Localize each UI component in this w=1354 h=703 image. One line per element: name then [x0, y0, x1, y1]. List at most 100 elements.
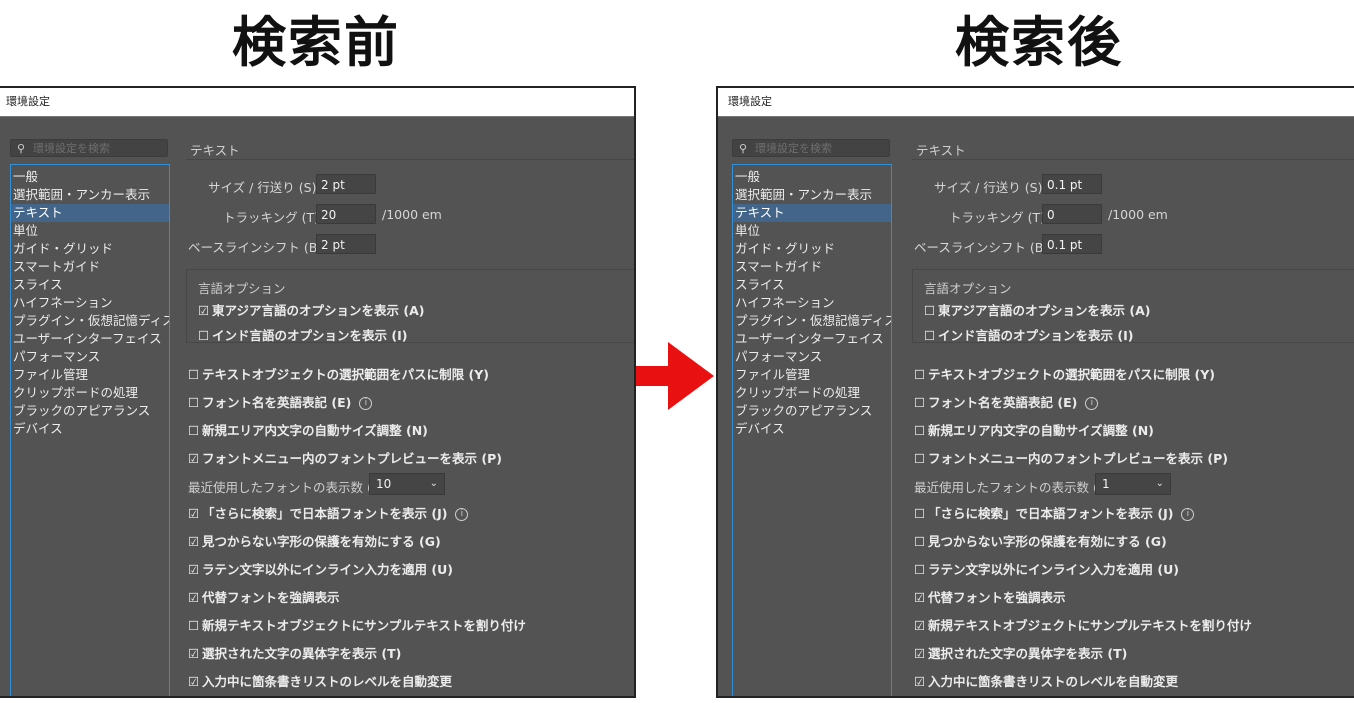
option-row[interactable]: ☑ 代替フォントを強調表示	[914, 590, 1066, 606]
option-row[interactable]: ☐ 見つからない字形の保護を有効にする (G)	[914, 534, 1167, 550]
option-row[interactable]: ☑ 入力中に箇条書きリストのレベルを自動変更	[914, 674, 1178, 690]
checkbox-unchecked-icon[interactable]: ☐	[188, 618, 202, 634]
sidebar-item-general[interactable]: 一般	[733, 168, 891, 186]
east-asian-option[interactable]: ☑ 東アジア言語のオプションを表示 (A)	[198, 303, 424, 319]
checkbox-unchecked-icon[interactable]: ☐	[914, 562, 928, 578]
checkbox-unchecked-icon[interactable]: ☐	[914, 423, 928, 439]
sidebar-item-smart-guides[interactable]: スマートガイド	[733, 258, 891, 276]
settings-panel: テキスト サイズ / 行送り (S)： 0.1 pt トラッキング (T)： 0…	[912, 116, 1354, 696]
search-placeholder: 環境設定を検索	[33, 142, 110, 155]
sidebar-item-file-handling[interactable]: ファイル管理	[733, 366, 891, 384]
info-icon[interactable]: i	[1181, 508, 1195, 521]
checkbox-checked-icon[interactable]: ☑	[188, 562, 202, 578]
checkbox-checked-icon[interactable]: ☑	[188, 646, 202, 662]
info-icon[interactable]: i	[1085, 397, 1099, 410]
sidebar-item-performance[interactable]: パフォーマンス	[11, 348, 169, 366]
indic-option[interactable]: ☐ インド言語のオプションを表示 (I)	[198, 328, 407, 344]
size-field[interactable]: 2 pt	[316, 174, 376, 194]
checkbox-unchecked-icon[interactable]: ☐	[188, 367, 202, 383]
sidebar-item-plugins[interactable]: プラグイン・仮想記憶ディスク	[733, 312, 891, 330]
tracking-field[interactable]: 20	[316, 204, 376, 224]
sidebar-item-plugins[interactable]: プラグイン・仮想記憶ディスク	[11, 312, 169, 330]
option-row[interactable]: ☑ 「さらに検索」で日本語フォントを表示 (J) i	[188, 506, 469, 522]
checkbox-checked-icon[interactable]: ☑	[188, 506, 202, 522]
sidebar-item-text[interactable]: テキスト	[11, 204, 169, 222]
sidebar-item-guides[interactable]: ガイド・グリッド	[11, 240, 169, 258]
east-asian-option[interactable]: ☐ 東アジア言語のオプションを表示 (A)	[924, 303, 1150, 319]
sidebar-item-hyphenation[interactable]: ハイフネーション	[733, 294, 891, 312]
option-row[interactable]: ☐ テキストオブジェクトの選択範囲をパスに制限 (Y)	[188, 367, 489, 383]
sidebar-item-selection[interactable]: 選択範囲・アンカー表示	[11, 186, 169, 204]
sidebar-item-general[interactable]: 一般	[11, 168, 169, 186]
checkbox-checked-icon[interactable]: ☑	[914, 590, 928, 606]
option-row[interactable]: ☑ 代替フォントを強調表示	[188, 590, 340, 606]
sidebar-item-selection[interactable]: 選択範囲・アンカー表示	[733, 186, 891, 204]
sidebar-item-black[interactable]: ブラックのアピアランス	[11, 402, 169, 420]
option-row[interactable]: ☑ 見つからない字形の保護を有効にする (G)	[188, 534, 441, 550]
checkbox-checked-icon[interactable]: ☑	[914, 618, 928, 634]
option-row[interactable]: ☐ ラテン文字以外にインライン入力を適用 (U)	[914, 562, 1179, 578]
option-row[interactable]: ☑ 選択された文字の異体字を表示 (T)	[188, 646, 401, 662]
tracking-field[interactable]: 0	[1042, 204, 1102, 224]
sidebar-item-units[interactable]: 単位	[11, 222, 169, 240]
checkbox-unchecked-icon[interactable]: ☐	[924, 328, 938, 344]
sidebar-item-hyphenation[interactable]: ハイフネーション	[11, 294, 169, 312]
option-row[interactable]: ☐ フォント名を英語表記 (E) i	[188, 395, 373, 411]
sidebar-item-units[interactable]: 単位	[733, 222, 891, 240]
section-divider	[912, 159, 1354, 160]
search-input[interactable]: ⚲ 環境設定を検索	[732, 139, 890, 157]
search-input[interactable]: ⚲ 環境設定を検索	[10, 139, 168, 157]
option-row[interactable]: ☐ 新規エリア内文字の自動サイズ調整 (N)	[188, 423, 428, 439]
recent-fonts-dropdown[interactable]: 10 ⌄	[369, 473, 445, 495]
baseline-field[interactable]: 0.1 pt	[1042, 234, 1102, 254]
checkbox-unchecked-icon[interactable]: ☐	[914, 395, 928, 411]
sidebar-item-ui[interactable]: ユーザーインターフェイス	[733, 330, 891, 348]
option-row[interactable]: ☐ 「さらに検索」で日本語フォントを表示 (J) i	[914, 506, 1195, 522]
sidebar-item-slices[interactable]: スライス	[11, 276, 169, 294]
sidebar-item-ui[interactable]: ユーザーインターフェイス	[11, 330, 169, 348]
checkbox-checked-icon[interactable]: ☑	[188, 451, 202, 467]
checkbox-checked-icon[interactable]: ☑	[198, 303, 212, 319]
indic-option[interactable]: ☐ インド言語のオプションを表示 (I)	[924, 328, 1133, 344]
option-row[interactable]: ☐ テキストオブジェクトの選択範囲をパスに制限 (Y)	[914, 367, 1215, 383]
checkbox-unchecked-icon[interactable]: ☐	[188, 395, 202, 411]
sidebar-item-slices[interactable]: スライス	[733, 276, 891, 294]
checkbox-unchecked-icon[interactable]: ☐	[914, 506, 928, 522]
option-row[interactable]: ☐ フォント名を英語表記 (E) i	[914, 395, 1099, 411]
checkbox-unchecked-icon[interactable]: ☐	[924, 303, 938, 319]
baseline-field[interactable]: 2 pt	[316, 234, 376, 254]
checkbox-checked-icon[interactable]: ☑	[188, 534, 202, 550]
checkbox-unchecked-icon[interactable]: ☐	[914, 534, 928, 550]
option-row[interactable]: ☑ 入力中に箇条書きリストのレベルを自動変更	[188, 674, 452, 690]
recent-fonts-dropdown[interactable]: 1 ⌄	[1095, 473, 1171, 495]
option-row[interactable]: ☐ 新規テキストオブジェクトにサンプルテキストを割り付け	[188, 618, 526, 634]
option-row[interactable]: ☑ 新規テキストオブジェクトにサンプルテキストを割り付け	[914, 618, 1252, 634]
sidebar-item-smart-guides[interactable]: スマートガイド	[11, 258, 169, 276]
sidebar-item-devices[interactable]: デバイス	[11, 420, 169, 438]
option-row[interactable]: ☑ フォントメニュー内のフォントプレビューを表示 (P)	[188, 451, 502, 467]
checkbox-unchecked-icon[interactable]: ☐	[198, 328, 212, 344]
checkbox-checked-icon[interactable]: ☑	[188, 590, 202, 606]
checkbox-checked-icon[interactable]: ☑	[188, 674, 202, 690]
baseline-label: ベースラインシフト (B)：	[188, 240, 335, 255]
sidebar-item-black[interactable]: ブラックのアピアランス	[733, 402, 891, 420]
checkbox-unchecked-icon[interactable]: ☐	[914, 367, 928, 383]
checkbox-checked-icon[interactable]: ☑	[914, 674, 928, 690]
checkbox-unchecked-icon[interactable]: ☐	[188, 423, 202, 439]
option-row[interactable]: ☑ ラテン文字以外にインライン入力を適用 (U)	[188, 562, 453, 578]
sidebar-item-performance[interactable]: パフォーマンス	[733, 348, 891, 366]
option-row[interactable]: ☑ 選択された文字の異体字を表示 (T)	[914, 646, 1127, 662]
sidebar-item-guides[interactable]: ガイド・グリッド	[733, 240, 891, 258]
sidebar-item-file-handling[interactable]: ファイル管理	[11, 366, 169, 384]
info-icon[interactable]: i	[359, 397, 373, 410]
sidebar-item-clipboard[interactable]: クリップボードの処理	[11, 384, 169, 402]
sidebar-item-text[interactable]: テキスト	[733, 204, 891, 222]
sidebar-item-devices[interactable]: デバイス	[733, 420, 891, 438]
option-row[interactable]: ☐ 新規エリア内文字の自動サイズ調整 (N)	[914, 423, 1154, 439]
checkbox-unchecked-icon[interactable]: ☐	[914, 451, 928, 467]
info-icon[interactable]: i	[455, 508, 469, 521]
option-row[interactable]: ☐ フォントメニュー内のフォントプレビューを表示 (P)	[914, 451, 1228, 467]
size-field[interactable]: 0.1 pt	[1042, 174, 1102, 194]
checkbox-checked-icon[interactable]: ☑	[914, 646, 928, 662]
sidebar-item-clipboard[interactable]: クリップボードの処理	[733, 384, 891, 402]
